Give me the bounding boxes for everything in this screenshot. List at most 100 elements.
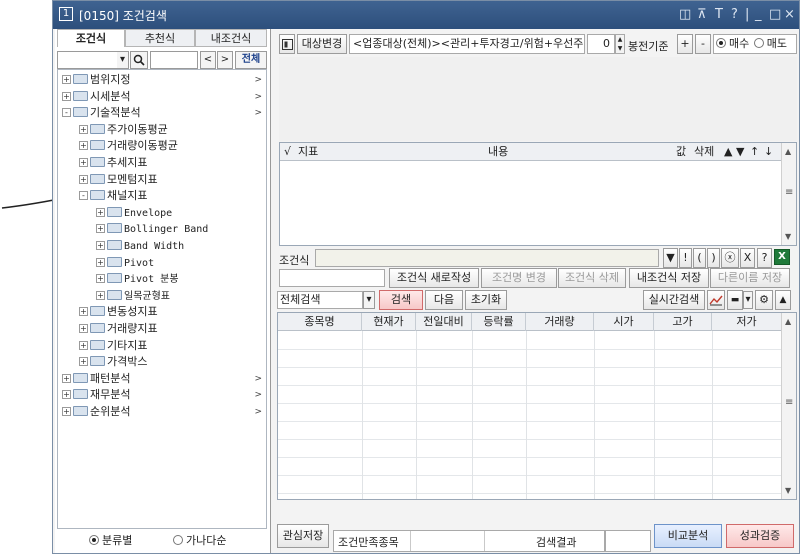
- rename-condition-button[interactable]: 조건명 변경: [481, 268, 557, 288]
- save-interest-button[interactable]: 관심저장: [277, 524, 329, 548]
- candle-offset-input[interactable]: 0: [587, 34, 615, 54]
- formula-clear-button[interactable]: ⓧ: [721, 248, 739, 268]
- expand-icon[interactable]: +: [96, 290, 105, 300]
- panel-toggle-icon[interactable]: [279, 34, 295, 54]
- formula-delete-button[interactable]: X: [740, 248, 755, 268]
- delete-condition-button[interactable]: 조건식 삭제: [558, 268, 626, 288]
- prev-result-button[interactable]: <: [200, 51, 216, 69]
- tree-node[interactable]: + 순위분석 >: [62, 404, 266, 420]
- excel-export-icon[interactable]: X: [774, 249, 790, 265]
- target-change-button[interactable]: 대상변경: [297, 34, 347, 54]
- column-settings-dropdown[interactable]: ▾: [743, 291, 753, 309]
- formula-close-paren-button[interactable]: ): [707, 248, 720, 268]
- results-column-header[interactable]: 등락률: [472, 313, 526, 331]
- formula-not-button[interactable]: !: [679, 248, 692, 268]
- tree-node[interactable]: - 채널지표: [79, 188, 266, 204]
- tab-recommended[interactable]: 추천식: [125, 29, 195, 47]
- move-down-icon[interactable]: ▼: [736, 143, 744, 161]
- performance-verify-button[interactable]: 성과검증: [726, 524, 794, 548]
- expand-icon[interactable]: +: [79, 124, 88, 134]
- results-column-header[interactable]: 전일대비: [416, 313, 472, 331]
- tree-node[interactable]: + 기타지표: [79, 338, 266, 354]
- reset-button[interactable]: 초기화: [465, 290, 507, 310]
- expand-icon[interactable]: +: [62, 373, 71, 383]
- expand-icon[interactable]: +: [96, 207, 105, 217]
- results-column-header[interactable]: 저가: [712, 313, 782, 331]
- move-up-icon[interactable]: ▲: [724, 143, 732, 161]
- font-size-icon[interactable]: T: [715, 7, 723, 22]
- title-bar[interactable]: 1 [0150] 조건검색 ◫ ⊼ T ? | _ □ ×: [53, 1, 799, 29]
- expand-icon[interactable]: +: [79, 357, 88, 367]
- chevron-down-icon[interactable]: ▾: [363, 291, 375, 309]
- tab-my-conditions[interactable]: 내조건식: [195, 29, 267, 47]
- submenu-arrow-icon[interactable]: >: [254, 105, 262, 121]
- collapse-icon[interactable]: -: [79, 191, 88, 201]
- candle-offset-stepper[interactable]: ▲ ▼: [615, 34, 625, 54]
- tree-node[interactable]: + Pivot: [96, 255, 266, 271]
- show-all-button[interactable]: 전체: [235, 51, 267, 69]
- conditions-scrollbar[interactable]: ▲ ≡ ▼: [781, 143, 796, 245]
- expand-icon[interactable]: +: [62, 91, 71, 101]
- tree-node[interactable]: + 거래량이동평균: [79, 138, 266, 154]
- expand-icon[interactable]: +: [96, 274, 105, 284]
- column-settings-icon[interactable]: ▬: [727, 290, 743, 310]
- realtime-search-button[interactable]: 실시간검색: [643, 290, 705, 310]
- tree-node[interactable]: + 일목균형표: [96, 288, 266, 304]
- formula-dropdown-button[interactable]: ▼: [663, 248, 678, 268]
- results-column-header[interactable]: 현재가: [362, 313, 416, 331]
- search-icon[interactable]: [130, 51, 148, 69]
- expand-icon[interactable]: +: [79, 141, 88, 151]
- expand-icon[interactable]: +: [62, 75, 71, 84]
- tree-node[interactable]: + Bollinger Band: [96, 221, 266, 237]
- collapse-up-icon[interactable]: ▲: [775, 290, 791, 310]
- tree-node[interactable]: + 가격박스: [79, 354, 266, 370]
- maximize-icon[interactable]: □: [769, 7, 781, 22]
- submenu-arrow-icon[interactable]: >: [254, 371, 262, 387]
- expand-icon[interactable]: +: [96, 257, 105, 267]
- expand-icon[interactable]: +: [96, 224, 105, 234]
- tree-node[interactable]: + 주가이동평균: [79, 122, 266, 138]
- tab-conditions[interactable]: 조건식: [57, 29, 125, 47]
- tree-node[interactable]: + 추세지표: [79, 155, 266, 171]
- submenu-arrow-icon[interactable]: >: [254, 89, 262, 105]
- expand-icon[interactable]: +: [79, 174, 88, 184]
- minimize-icon[interactable]: _: [755, 7, 762, 22]
- expand-icon[interactable]: +: [62, 407, 71, 416]
- tree-node[interactable]: + 범위지정 >: [62, 72, 266, 88]
- formula-input[interactable]: [315, 249, 659, 267]
- move-bottom-icon[interactable]: ↓: [764, 143, 773, 161]
- check-column[interactable]: √: [284, 143, 291, 161]
- submenu-arrow-icon[interactable]: >: [254, 404, 262, 420]
- expand-icon[interactable]: +: [79, 340, 88, 350]
- tree-node[interactable]: + Envelope: [96, 205, 266, 221]
- expand-icon[interactable]: +: [62, 390, 71, 400]
- save-my-condition-button[interactable]: 내조건식 저장: [629, 268, 709, 288]
- help-icon[interactable]: ?: [731, 7, 738, 22]
- move-top-icon[interactable]: ↑: [750, 143, 759, 161]
- compare-analysis-button[interactable]: 비교분석: [654, 524, 722, 548]
- scroll-up-icon[interactable]: ▲: [785, 317, 791, 326]
- pin-icon[interactable]: ⊼: [697, 7, 707, 22]
- new-condition-button[interactable]: 조건식 새로작성: [389, 268, 479, 288]
- tree-node[interactable]: + 재무분석 >: [62, 387, 266, 403]
- condition-name-input[interactable]: [279, 269, 385, 287]
- tree-node[interactable]: + Pivot 분봉: [96, 271, 266, 287]
- target-description[interactable]: <업종대상(전체)><관리+투자경고/위험+우선주: [349, 34, 585, 54]
- scroll-thumb-icon[interactable]: ≡: [785, 187, 793, 198]
- scroll-down-icon[interactable]: ▼: [785, 486, 791, 495]
- next-button[interactable]: 다음: [425, 290, 463, 310]
- sell-radio[interactable]: 매도: [753, 37, 787, 50]
- expand-icon[interactable]: +: [79, 324, 88, 333]
- tree-node[interactable]: - 기술적분석 >: [62, 105, 266, 121]
- scroll-down-icon[interactable]: ▼: [785, 232, 791, 241]
- results-column-header[interactable]: 고가: [654, 313, 712, 331]
- next-result-button[interactable]: >: [217, 51, 233, 69]
- tree-search-dropdown[interactable]: ▾: [117, 51, 129, 69]
- tree-node[interactable]: + Band Width: [96, 238, 266, 254]
- save-as-button[interactable]: 다른이름 저장: [710, 268, 790, 288]
- sort-by-category-radio[interactable]: 분류별: [89, 532, 132, 548]
- tree-search-secondary-input[interactable]: [150, 51, 198, 69]
- search-button[interactable]: 검색: [379, 290, 423, 310]
- collapse-icon[interactable]: -: [62, 108, 71, 118]
- results-column-header[interactable]: 시가: [594, 313, 654, 331]
